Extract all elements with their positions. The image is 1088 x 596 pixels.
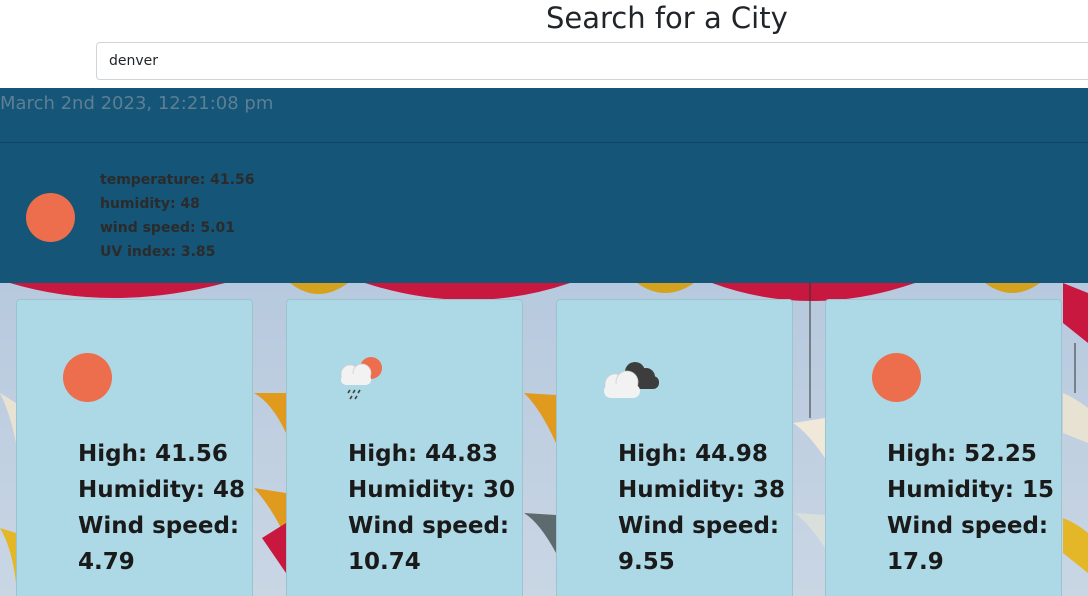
forecast-wind-label: Wind speed: [348, 513, 510, 539]
forecast-humidity: Humidity: 15 [887, 477, 1055, 503]
forecast-high: High: 52.25 [887, 441, 1037, 467]
current-datetime: March 2nd 2023, 12:21:08 pm [0, 93, 274, 114]
forecast-card: High: 44.83 Humidity: 30 Wind speed: 10.… [286, 299, 523, 596]
city-search-input[interactable] [96, 42, 1088, 80]
forecast-high: High: 44.98 [618, 441, 768, 467]
forecast-humidity: Humidity: 48 [78, 477, 246, 503]
forecast-card: High: 41.56 Humidity: 48 Wind speed: 4.7… [16, 299, 253, 596]
forecast-wind-label: Wind speed: [887, 513, 1049, 539]
forecast-wind-value: 9.55 [618, 549, 675, 575]
current-uv-index: UV index: 3.85 [100, 244, 216, 260]
forecast-details: High: 41.56 Humidity: 48 Wind speed: 4.7… [78, 436, 245, 580]
current-weather-panel: March 2nd 2023, 12:21:08 pm temperature:… [0, 88, 1088, 283]
forecast-wind-label: Wind speed: [78, 513, 240, 539]
current-stats: temperature: 41.56 humidity: 48 wind spe… [100, 168, 254, 264]
forecast-wind-label: Wind speed: [618, 513, 780, 539]
sun-icon [63, 353, 112, 402]
current-wind-speed: wind speed: 5.01 [100, 220, 235, 236]
forecast-details: High: 52.25 Humidity: 15 Wind speed: 17.… [887, 436, 1054, 580]
current-temperature: temperature: 41.56 [100, 172, 255, 188]
forecast-card: High: 52.25 Humidity: 15 Wind speed: 17.… [825, 299, 1062, 596]
forecast-wind-value: 10.74 [348, 549, 421, 575]
sun-icon [26, 193, 75, 242]
rain-cloud-sun-icon [340, 357, 382, 400]
forecast-details: High: 44.83 Humidity: 30 Wind speed: 10.… [348, 436, 515, 580]
weather-dashboard: Search for a City March 2nd 2023, 12:21:… [0, 0, 1088, 596]
panel-divider [0, 142, 1088, 143]
forecast-high: High: 44.83 [348, 441, 498, 467]
forecast-details: High: 44.98 Humidity: 38 Wind speed: 9.5… [618, 436, 785, 580]
sun-icon [872, 353, 921, 402]
forecast-wind-value: 4.79 [78, 549, 135, 575]
search-title: Search for a City [546, 1, 788, 35]
forecast-wind-value: 17.9 [887, 549, 944, 575]
forecast-card: High: 44.98 Humidity: 38 Wind speed: 9.5… [556, 299, 793, 596]
cloudy-icon [604, 362, 659, 398]
forecast-humidity: Humidity: 38 [618, 477, 786, 503]
current-humidity: humidity: 48 [100, 196, 200, 212]
forecast-humidity: Humidity: 30 [348, 477, 516, 503]
forecast-high: High: 41.56 [78, 441, 228, 467]
